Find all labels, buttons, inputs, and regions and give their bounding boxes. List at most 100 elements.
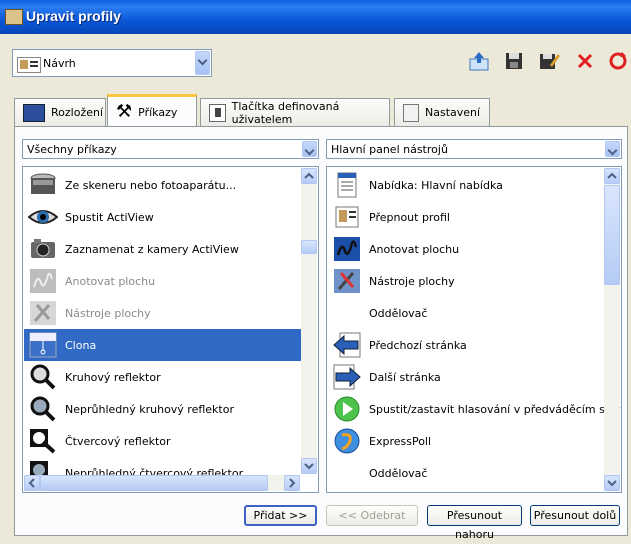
left-vertical-scrollbar[interactable] bbox=[301, 168, 317, 474]
item-label: Anotovat plochu bbox=[369, 242, 460, 256]
layout-icon bbox=[23, 103, 45, 122]
chevron-down-icon[interactable] bbox=[605, 141, 620, 157]
play-icon bbox=[332, 395, 362, 423]
list-item[interactable]: Oddělovač bbox=[328, 457, 603, 489]
scroll-thumb[interactable] bbox=[301, 240, 317, 254]
delete-icon[interactable] bbox=[574, 50, 596, 72]
desktop-tools-icon bbox=[332, 267, 362, 295]
desktop-tools-icon bbox=[28, 299, 58, 327]
item-label: ExpressPoll bbox=[369, 434, 432, 448]
remove-button[interactable]: << Odebrat bbox=[326, 505, 418, 526]
item-label: Nabídka: Hlavní nabídka bbox=[369, 178, 503, 192]
right-filter-value: Hlavní panel nástrojů bbox=[331, 143, 448, 156]
scanner-icon bbox=[28, 171, 58, 199]
item-label: Ze skeneru nebo fotoaparátu... bbox=[65, 178, 237, 192]
annotate-icon bbox=[332, 235, 362, 263]
available-commands-list[interactable]: Ze skeneru nebo fotoaparátu... Spustit A… bbox=[22, 166, 319, 493]
save-as-icon[interactable] bbox=[538, 50, 560, 72]
menu-icon bbox=[332, 171, 362, 199]
separator-icon bbox=[332, 299, 362, 327]
item-label: Oddělovač bbox=[369, 306, 428, 320]
chevron-down-icon[interactable] bbox=[302, 141, 317, 157]
list-item[interactable]: Oddělovač bbox=[328, 297, 603, 329]
item-label: Spustit/zastavit hlasování v předváděcím… bbox=[369, 402, 622, 416]
expresspoll-icon bbox=[332, 427, 362, 455]
app-icon bbox=[5, 9, 23, 25]
left-filter-select[interactable]: Všechny příkazy bbox=[22, 139, 319, 159]
tools-icon: ⚒ bbox=[116, 101, 133, 122]
scroll-thumb[interactable] bbox=[604, 185, 620, 285]
scroll-thumb[interactable] bbox=[40, 475, 268, 491]
list-item[interactable]: Ze skeneru nebo fotoaparátu... bbox=[24, 169, 302, 201]
title-bar[interactable]: Upravit profily bbox=[0, 0, 631, 34]
separator-icon bbox=[332, 459, 362, 487]
export-profile-button[interactable] bbox=[468, 50, 490, 72]
move-down-button[interactable]: Přesunout dolů bbox=[530, 505, 620, 526]
item-label: Nástroje plochy bbox=[65, 306, 151, 320]
scroll-up-button[interactable] bbox=[604, 168, 620, 184]
list-item[interactable]: Spustit ActiView bbox=[24, 201, 302, 233]
scroll-right-button[interactable] bbox=[284, 475, 300, 491]
user-button-icon bbox=[209, 103, 226, 122]
add-button[interactable]: Přidat >> bbox=[244, 505, 317, 526]
save-icon[interactable] bbox=[503, 50, 525, 72]
scroll-up-button[interactable] bbox=[301, 168, 317, 184]
item-label: Oddělovač bbox=[369, 466, 428, 480]
list-item[interactable]: ExpressPoll bbox=[328, 425, 603, 457]
tab-user-buttons[interactable]: Tlačítka definovaná uživatelem bbox=[200, 98, 390, 126]
scroll-down-button[interactable] bbox=[301, 458, 317, 474]
item-label: Nástroje plochy bbox=[369, 274, 455, 288]
list-item[interactable]: Nástroje plochy bbox=[24, 297, 302, 329]
list-item[interactable]: Anotovat plochu bbox=[24, 265, 302, 297]
move-up-button[interactable]: Přesunout nahoru bbox=[427, 505, 522, 541]
tab-label: Příkazy bbox=[138, 105, 178, 119]
list-item[interactable]: Neprůhledný kruhový reflektor bbox=[24, 393, 302, 425]
right-filter-select[interactable]: Hlavní panel nástrojů bbox=[326, 139, 622, 159]
scroll-left-button[interactable] bbox=[24, 475, 40, 491]
list-item[interactable]: Čtvercový reflektor bbox=[24, 425, 302, 457]
list-item[interactable]: Další stránka bbox=[328, 361, 603, 393]
tab-label: Nastavení bbox=[425, 106, 481, 119]
item-label: Čtvercový reflektor bbox=[65, 434, 171, 448]
settings-icon bbox=[403, 103, 419, 122]
annotate-icon bbox=[28, 267, 58, 295]
list-item[interactable]: Anotovat plochu bbox=[328, 233, 603, 265]
tab-label: Rozložení bbox=[51, 106, 104, 119]
tab-layout[interactable]: Rozložení bbox=[14, 98, 106, 126]
square-spotlight-icon bbox=[28, 427, 58, 455]
refresh-icon[interactable] bbox=[607, 50, 629, 72]
chevron-down-icon[interactable] bbox=[195, 51, 210, 75]
item-label: Clona bbox=[65, 338, 97, 352]
tab-commands[interactable]: ⚒ Příkazy bbox=[107, 94, 197, 127]
profile-icon bbox=[332, 203, 362, 231]
list-item[interactable]: Nabídka: Hlavní nabídka bbox=[328, 169, 603, 201]
item-label: Přepnout profil bbox=[369, 210, 450, 224]
list-item[interactable]: Zaznamenat z kamery ActiView bbox=[24, 233, 302, 265]
spotlight-opaque-icon bbox=[28, 395, 58, 423]
right-vertical-scrollbar[interactable] bbox=[604, 168, 620, 491]
list-item[interactable]: Předchozí stránka bbox=[328, 329, 603, 361]
tab-settings[interactable]: Nastavení bbox=[394, 98, 490, 126]
left-filter-value: Všechny příkazy bbox=[27, 143, 117, 156]
eye-icon bbox=[28, 203, 58, 231]
list-item[interactable]: Nástroje plochy bbox=[328, 265, 603, 297]
list-item[interactable]: Clona bbox=[24, 329, 302, 361]
blind-icon bbox=[28, 331, 58, 359]
item-label: Zaznamenat z kamery ActiView bbox=[65, 242, 239, 256]
toolbar-commands-list[interactable]: Nabídka: Hlavní nabídka Přepnout profil … bbox=[326, 166, 622, 493]
list-item[interactable]: Přepnout profil bbox=[328, 201, 603, 233]
list-item[interactable]: Kruhový reflektor bbox=[24, 361, 302, 393]
list-item[interactable]: Spustit/zastavit hlasování v předváděcím… bbox=[328, 393, 621, 425]
item-label: Kruhový reflektor bbox=[65, 370, 161, 384]
arrow-right-icon bbox=[332, 363, 362, 391]
arrow-left-icon bbox=[332, 331, 362, 359]
profile-icon bbox=[17, 57, 41, 73]
profile-select[interactable]: Návrh bbox=[12, 49, 212, 77]
spotlight-icon bbox=[28, 363, 58, 391]
tab-label: Tlačítka definovaná uživatelem bbox=[231, 99, 340, 126]
camera-icon bbox=[28, 235, 58, 263]
scroll-down-button[interactable] bbox=[604, 475, 620, 491]
item-label: Další stránka bbox=[369, 370, 441, 384]
left-horizontal-scrollbar[interactable] bbox=[24, 475, 300, 491]
item-label: Neprůhledný kruhový reflektor bbox=[65, 402, 234, 416]
